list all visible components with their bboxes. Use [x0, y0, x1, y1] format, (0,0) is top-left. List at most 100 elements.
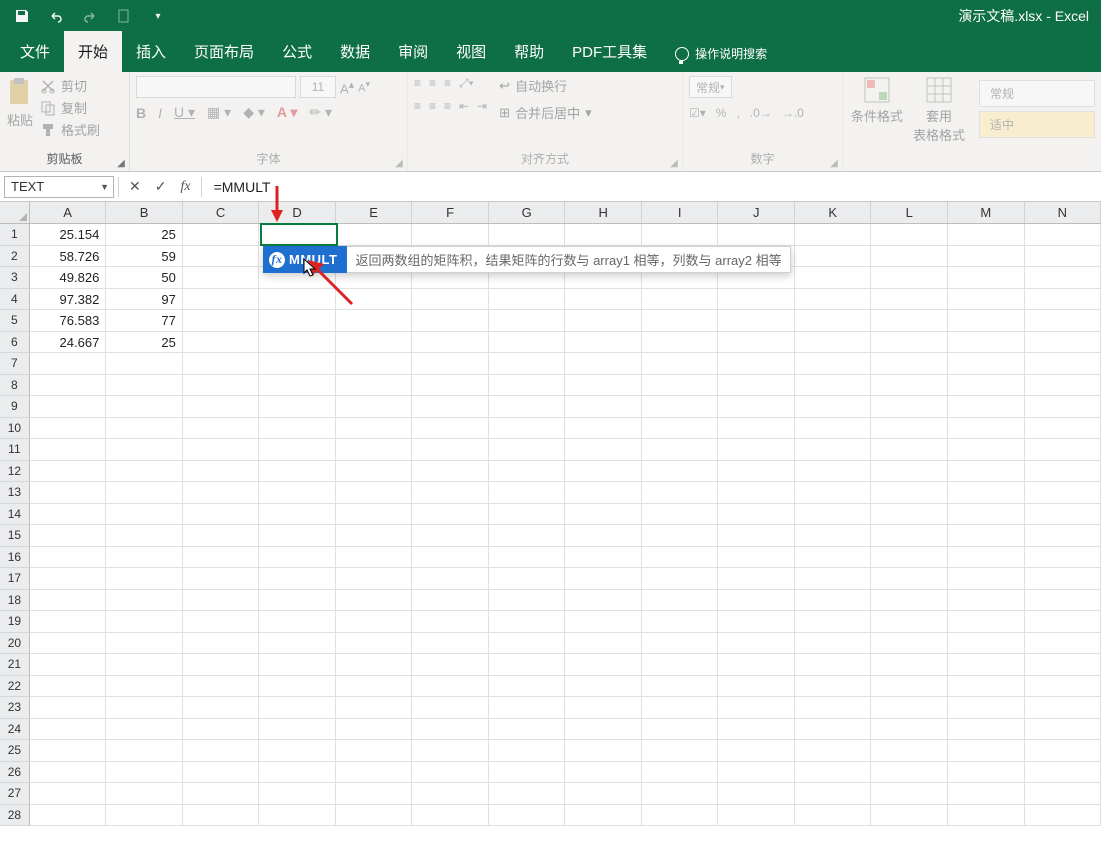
number-format-select[interactable]: 常规▾: [689, 76, 732, 98]
row-header[interactable]: 15: [0, 525, 30, 547]
cell[interactable]: [948, 697, 1025, 719]
cell[interactable]: [565, 504, 642, 526]
cell[interactable]: [30, 504, 107, 526]
cell[interactable]: [871, 504, 948, 526]
cell[interactable]: [106, 697, 183, 719]
cell[interactable]: [336, 654, 413, 676]
cell[interactable]: [718, 504, 795, 526]
cell[interactable]: [183, 396, 260, 418]
cell[interactable]: [871, 353, 948, 375]
cell[interactable]: [565, 654, 642, 676]
cell[interactable]: [642, 439, 719, 461]
tab-formulas[interactable]: 公式: [268, 31, 326, 72]
cell[interactable]: [412, 547, 489, 569]
cell[interactable]: [259, 719, 336, 741]
cell[interactable]: [489, 461, 566, 483]
cell[interactable]: [30, 654, 107, 676]
align-left-icon[interactable]: ≡: [414, 99, 421, 113]
cell[interactable]: 25: [106, 332, 183, 354]
cell[interactable]: [718, 396, 795, 418]
cell[interactable]: [642, 676, 719, 698]
comma-icon[interactable]: ,: [736, 106, 739, 120]
cell[interactable]: [718, 547, 795, 569]
row-header[interactable]: 2: [0, 246, 30, 268]
cell[interactable]: [795, 267, 872, 289]
cell[interactable]: [412, 676, 489, 698]
cell[interactable]: [489, 762, 566, 784]
cell[interactable]: [259, 740, 336, 762]
cell[interactable]: [489, 611, 566, 633]
cell[interactable]: [718, 525, 795, 547]
cell[interactable]: [565, 525, 642, 547]
cell[interactable]: [871, 246, 948, 268]
row-header[interactable]: 13: [0, 482, 30, 504]
cell[interactable]: [718, 310, 795, 332]
align-right-icon[interactable]: ≡: [444, 99, 451, 113]
cell[interactable]: [565, 310, 642, 332]
cell[interactable]: [1025, 525, 1101, 547]
cell[interactable]: [948, 375, 1025, 397]
cell[interactable]: [565, 461, 642, 483]
row-header[interactable]: 6: [0, 332, 30, 354]
cell[interactable]: [489, 289, 566, 311]
cell[interactable]: [948, 504, 1025, 526]
cell[interactable]: [412, 353, 489, 375]
cell[interactable]: [412, 310, 489, 332]
cell[interactable]: [183, 547, 260, 569]
row-header[interactable]: 26: [0, 762, 30, 784]
tab-data[interactable]: 数据: [326, 31, 384, 72]
cell[interactable]: [871, 224, 948, 246]
cell[interactable]: [871, 461, 948, 483]
cell[interactable]: [871, 482, 948, 504]
cell[interactable]: [30, 611, 107, 633]
cell[interactable]: [718, 719, 795, 741]
column-header[interactable]: A: [30, 202, 107, 223]
cell[interactable]: [1025, 611, 1101, 633]
cell[interactable]: [336, 740, 413, 762]
cell[interactable]: [489, 310, 566, 332]
increase-font-icon[interactable]: A▴: [340, 78, 354, 96]
cell[interactable]: [948, 525, 1025, 547]
cell[interactable]: [336, 396, 413, 418]
cell[interactable]: [106, 676, 183, 698]
cell[interactable]: [1025, 461, 1101, 483]
column-header[interactable]: G: [489, 202, 566, 223]
cell[interactable]: [30, 697, 107, 719]
cell[interactable]: [948, 805, 1025, 827]
cell[interactable]: [642, 611, 719, 633]
cell[interactable]: [1025, 375, 1101, 397]
cell[interactable]: [183, 590, 260, 612]
cell[interactable]: [948, 396, 1025, 418]
cell[interactable]: [642, 568, 719, 590]
cell[interactable]: [718, 332, 795, 354]
cell[interactable]: [106, 461, 183, 483]
cell[interactable]: [1025, 310, 1101, 332]
row-header[interactable]: 17: [0, 568, 30, 590]
cell[interactable]: [795, 482, 872, 504]
cell[interactable]: [183, 224, 260, 246]
row-header[interactable]: 8: [0, 375, 30, 397]
cell[interactable]: [948, 310, 1025, 332]
cell[interactable]: [795, 805, 872, 827]
cell[interactable]: [1025, 783, 1101, 805]
cell[interactable]: [871, 676, 948, 698]
qat-customize-icon[interactable]: ▾: [144, 4, 172, 28]
cell[interactable]: [795, 525, 872, 547]
row-header[interactable]: 4: [0, 289, 30, 311]
cell[interactable]: [412, 590, 489, 612]
font-family-select[interactable]: [136, 76, 296, 98]
cell[interactable]: [259, 353, 336, 375]
cell[interactable]: [565, 224, 642, 246]
fill-color-button[interactable]: ◆ ▾: [243, 104, 265, 121]
decrease-indent-icon[interactable]: ⇤: [459, 99, 469, 113]
cell[interactable]: [183, 504, 260, 526]
cell[interactable]: [565, 762, 642, 784]
cell[interactable]: [336, 547, 413, 569]
conditional-format-button[interactable]: 条件格式: [851, 76, 903, 125]
cell[interactable]: =MMULT: [259, 224, 336, 246]
cell[interactable]: [718, 590, 795, 612]
cell[interactable]: [489, 783, 566, 805]
font-dialog-launcher[interactable]: ◢: [393, 157, 405, 169]
cell[interactable]: [259, 482, 336, 504]
cell[interactable]: [106, 482, 183, 504]
